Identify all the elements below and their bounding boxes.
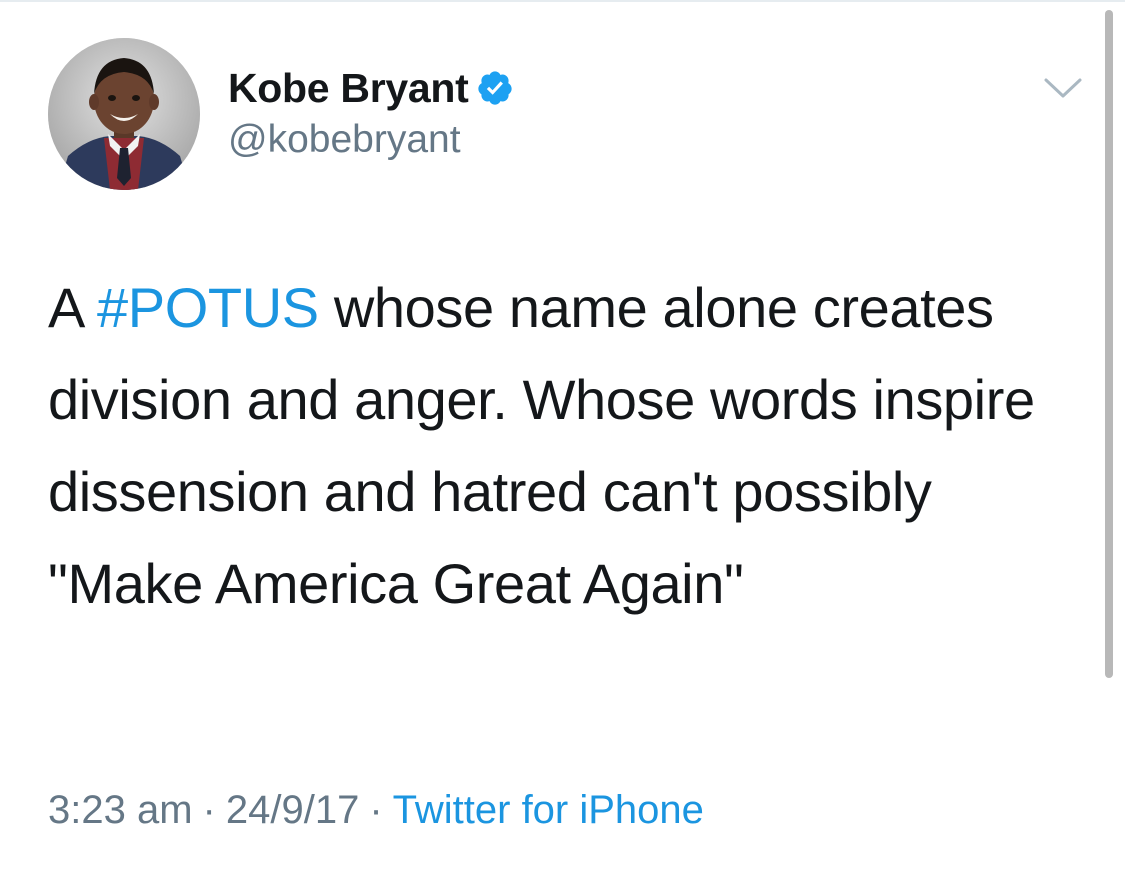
tweet-card: Kobe Bryant @kobebryant A #POTUS whose n… xyxy=(0,0,1125,874)
tweet-text-prefix: A xyxy=(48,276,82,339)
meta-separator: · xyxy=(369,788,383,832)
divider xyxy=(0,0,1125,2)
name-row: Kobe Bryant xyxy=(228,62,514,114)
tweet-date[interactable]: 24/9/17 xyxy=(226,788,359,832)
tweet-text: A #POTUS whose name alone creates divisi… xyxy=(48,262,1078,630)
hashtag-link[interactable]: #POTUS xyxy=(97,276,319,339)
author-info[interactable]: Kobe Bryant @kobebryant xyxy=(228,62,514,162)
scrollbar[interactable] xyxy=(1105,10,1113,678)
tweet-time[interactable]: 3:23 am xyxy=(48,788,193,832)
avatar[interactable] xyxy=(48,38,200,190)
meta-separator: · xyxy=(202,788,216,832)
tweet-meta: 3:23 am · 24/9/17 · Twitter for iPhone xyxy=(48,788,704,833)
display-name[interactable]: Kobe Bryant xyxy=(228,65,469,112)
verified-badge-icon xyxy=(476,69,514,107)
chevron-down-icon[interactable] xyxy=(1043,76,1083,100)
tweet-source-link[interactable]: Twitter for iPhone xyxy=(393,788,704,832)
user-handle[interactable]: @kobebryant xyxy=(228,118,514,162)
